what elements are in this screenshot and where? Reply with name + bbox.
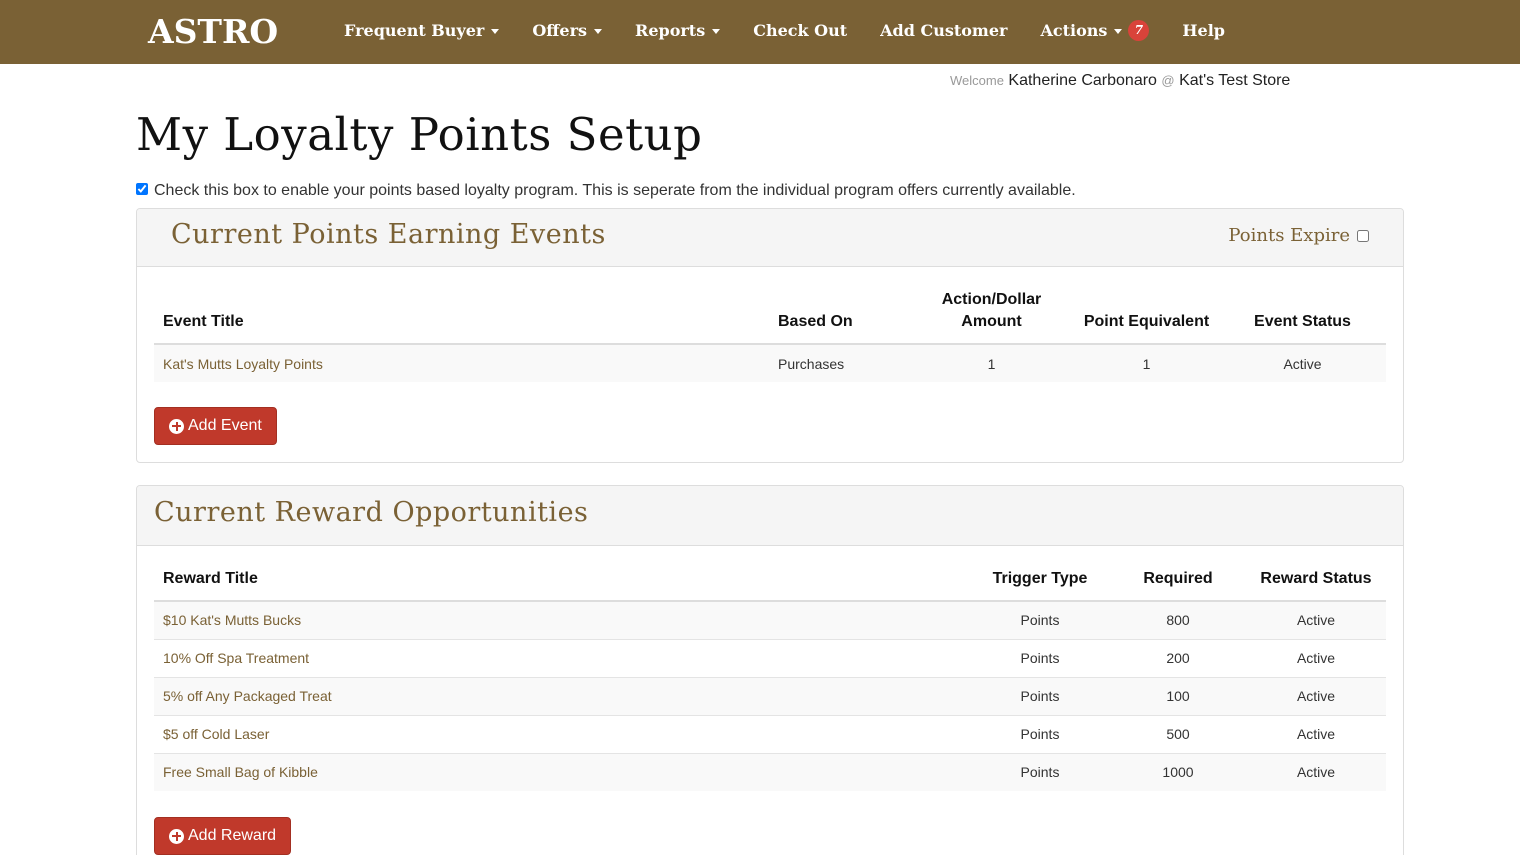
col-action-dollar-line2: Amount	[961, 313, 1022, 330]
event-status: Active	[1219, 343, 1386, 382]
caret-down-icon	[594, 28, 603, 34]
col-point-equivalent: Point Equivalent	[1074, 289, 1219, 345]
nav-frequent-buyer[interactable]: Frequent Buyer	[344, 20, 500, 40]
table-row: 10% Off Spa Treatment Points 200 Active	[154, 638, 1386, 677]
welcome-user: Katherine Carbonaro	[1008, 72, 1157, 89]
reward-title-link[interactable]: 5% off Any Packaged Treat	[154, 676, 970, 715]
nav-actions-label: Actions	[1040, 20, 1108, 40]
nav-add-customer[interactable]: Add Customer	[880, 21, 1007, 40]
reward-status: Active	[1246, 752, 1386, 791]
welcome-line: Welcome Katherine Carbonaro @ Kat's Test…	[950, 72, 1290, 90]
rewards-table-header: Reward Title Trigger Type Required Rewar…	[154, 568, 1386, 602]
col-action-dollar-line1: Action/Dollar	[941, 291, 1042, 308]
reward-status: Active	[1246, 638, 1386, 677]
welcome-at: @	[1161, 73, 1175, 88]
reward-title-link[interactable]: Free Small Bag of Kibble	[154, 752, 970, 791]
reward-required: 1000	[1110, 752, 1246, 791]
add-reward-label: Add Reward	[188, 827, 277, 844]
nav-check-out[interactable]: Check Out	[753, 21, 847, 40]
events-panel: Current Points Earning Events Points Exp…	[136, 208, 1404, 463]
col-reward-title: Reward Title	[154, 568, 970, 602]
events-table-header: Event Title Based On Action/Dollar Amoun…	[154, 289, 1386, 345]
col-reward-status: Reward Status	[1246, 568, 1386, 602]
reward-title-link[interactable]: $10 Kat's Mutts Bucks	[154, 600, 970, 639]
caret-down-icon	[491, 28, 500, 34]
caret-down-icon	[712, 28, 721, 34]
reward-title-link[interactable]: $5 off Cold Laser	[154, 714, 970, 753]
nav-menu: Frequent Buyer Offers Reports Check Out …	[344, 0, 1258, 60]
rewards-panel-heading: Current Reward Opportunities	[137, 486, 1403, 546]
points-expire-toggle: Points Expire	[1228, 225, 1369, 246]
welcome-store: Kat's Test Store	[1179, 72, 1291, 89]
reward-status: Active	[1246, 714, 1386, 753]
col-based-on: Based On	[769, 289, 909, 345]
reward-trigger: Points	[970, 714, 1110, 753]
events-panel-title: Current Points Earning Events	[171, 219, 606, 250]
notification-badge: 7	[1128, 19, 1150, 41]
reward-required: 100	[1110, 676, 1246, 715]
add-event-button[interactable]: Add Event	[154, 407, 277, 445]
col-event-title: Event Title	[154, 289, 769, 345]
reward-status: Active	[1246, 600, 1386, 639]
rewards-panel: Current Reward Opportunities Reward Titl…	[136, 485, 1404, 855]
add-reward-button[interactable]: Add Reward	[154, 817, 292, 855]
reward-status: Active	[1246, 676, 1386, 715]
welcome-prefix: Welcome	[950, 73, 1004, 88]
reward-title-link[interactable]: 10% Off Spa Treatment	[154, 638, 970, 677]
reward-trigger: Points	[970, 752, 1110, 791]
nav-help-label: Help	[1182, 20, 1225, 40]
col-trigger-type: Trigger Type	[970, 568, 1110, 602]
enable-program-label: Check this box to enable your points bas…	[154, 182, 1076, 199]
nav-help[interactable]: Help	[1182, 21, 1225, 40]
points-expire-checkbox[interactable]	[1357, 229, 1369, 242]
event-based-on: Purchases	[769, 343, 909, 382]
table-row: Free Small Bag of Kibble Points 1000 Act…	[154, 752, 1386, 791]
enable-program-row: Check this box to enable your points bas…	[136, 182, 1076, 200]
table-row: 5% off Any Packaged Treat Points 100 Act…	[154, 676, 1386, 715]
reward-trigger: Points	[970, 600, 1110, 639]
col-event-status: Event Status	[1219, 289, 1386, 345]
reward-required: 800	[1110, 600, 1246, 639]
points-expire-label: Points Expire	[1228, 225, 1350, 246]
reward-required: 200	[1110, 638, 1246, 677]
plus-circle-icon	[169, 418, 184, 434]
event-amount: 1	[909, 343, 1074, 382]
table-row: $5 off Cold Laser Points 500 Active	[154, 714, 1386, 753]
events-panel-heading: Current Points Earning Events Points Exp…	[137, 209, 1403, 267]
event-points: 1	[1074, 343, 1219, 382]
event-title-link[interactable]: Kat's Mutts Loyalty Points	[154, 343, 769, 382]
nav-reports-label: Reports	[635, 20, 706, 40]
nav-check-out-label: Check Out	[753, 20, 848, 40]
enable-program-checkbox[interactable]	[136, 183, 148, 195]
nav-actions[interactable]: Actions 7	[1040, 19, 1150, 41]
caret-down-icon	[1114, 28, 1123, 34]
table-row: Kat's Mutts Loyalty Points Purchases 1 1…	[154, 343, 1386, 382]
rewards-panel-title: Current Reward Opportunities	[154, 497, 589, 528]
nav-frequent-buyer-label: Frequent Buyer	[344, 20, 485, 40]
nav-offers-label: Offers	[532, 20, 588, 40]
reward-required: 500	[1110, 714, 1246, 753]
nav-offers[interactable]: Offers	[532, 20, 603, 40]
nav-reports[interactable]: Reports	[635, 20, 721, 40]
col-action-dollar-amount: Action/Dollar Amount	[909, 289, 1074, 345]
nav-add-customer-label: Add Customer	[880, 20, 1008, 40]
table-row: $10 Kat's Mutts Bucks Points 800 Active	[154, 600, 1386, 639]
col-required: Required	[1110, 568, 1246, 602]
page-title: My Loyalty Points Setup	[136, 108, 703, 161]
add-event-label: Add Event	[188, 417, 262, 434]
reward-trigger: Points	[970, 676, 1110, 715]
reward-trigger: Points	[970, 638, 1110, 677]
rewards-table: Reward Title Trigger Type Required Rewar…	[154, 568, 1386, 791]
astro-logo[interactable]: ASTRO	[148, 12, 278, 52]
events-table: Event Title Based On Action/Dollar Amoun…	[154, 289, 1386, 382]
top-navbar: ASTRO Frequent Buyer Offers Reports Chec…	[0, 0, 1520, 64]
plus-circle-icon	[169, 828, 184, 844]
